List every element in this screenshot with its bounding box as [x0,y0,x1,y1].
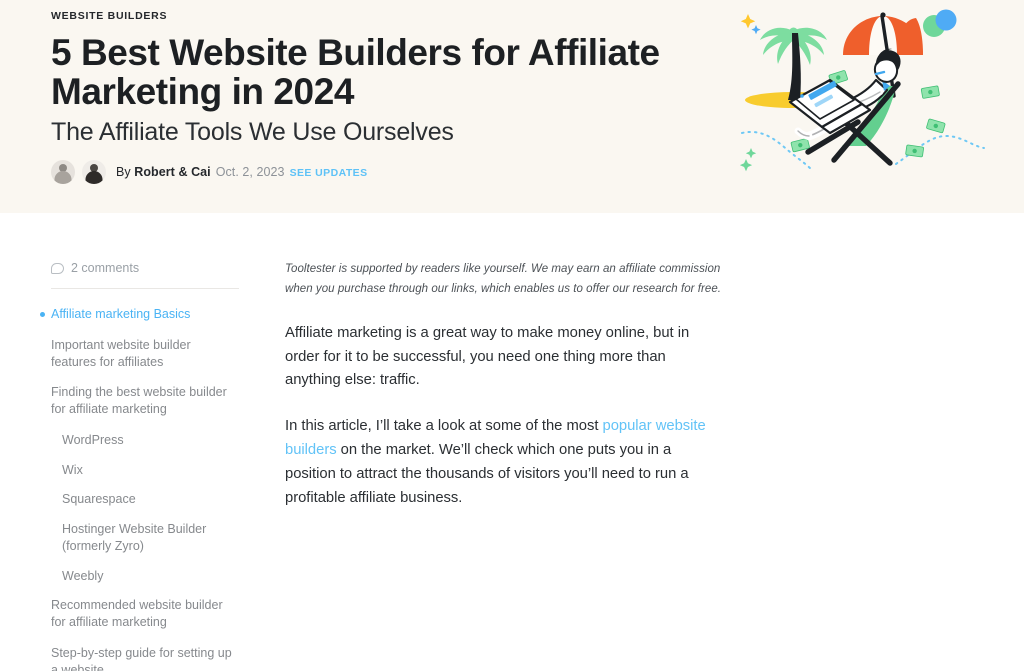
see-updates-link[interactable]: SEE UPDATES [290,167,368,179]
article-paragraph-2: In this article, I’ll take a look at som… [285,415,725,511]
decor-circle-blue [935,9,957,31]
article-hero: WEBSITE BUILDERS 5 Best Website Builders… [0,0,1024,213]
toc-item-squarespace[interactable]: Squarespace [51,491,239,508]
byline-by-label: By [116,165,135,180]
hero-illustration [730,0,1024,213]
active-dot-icon [40,312,45,317]
byline-authors[interactable]: Robert & Cai [134,165,210,179]
article-content: Tooltester is supported by readers like … [285,213,725,511]
toc-item-hostinger[interactable]: Hostinger Website Builder (formerly Zyro… [51,521,239,555]
sparkle-icon [740,14,761,35]
toc-item-step-by-step-guide[interactable]: Step-by-step guide for setting up a webs… [51,645,239,671]
paragraph-2-text-after: on the market. We’ll check which one put… [285,442,689,507]
avatar[interactable] [51,160,75,185]
toc-item-label: WordPress [62,432,124,447]
page-subtitle: The Affiliate Tools We Use Ourselves [51,118,454,147]
paragraph-2-text-before: In this article, I’ll take a look at som… [285,418,603,435]
toc-item-label: Hostinger Website Builder (formerly Zyro… [62,522,207,553]
toc-item-affiliate-marketing-basics[interactable]: Affiliate marketing Basics [40,306,239,323]
toc-item-label: Finding the best website builder for aff… [51,385,227,416]
sparkle-green-icon [739,148,757,172]
article-paragraph-1: Affiliate marketing is a great way to ma… [285,324,690,389]
comment-bubble-icon [51,262,64,274]
avatar[interactable] [82,160,106,185]
toc-item-label: Weebly [62,568,104,583]
byline-text: By Robert & Cai Oct. 2, 2023 SEE UPDATES [116,165,368,179]
toc-item-wix[interactable]: Wix [51,462,239,479]
toc-item-label: Recommended website builder for affiliat… [51,598,223,629]
affiliate-disclaimer: Tooltester is supported by readers like … [285,263,722,295]
toc-list: Affiliate marketing Basics Important web… [40,306,239,671]
toc-item-label: Important website builder features for a… [51,337,191,369]
author-avatars [51,160,106,185]
toc-item-label: Affiliate marketing Basics [51,307,191,321]
toc-item-important-features[interactable]: Important website builder features for a… [51,337,239,371]
sidebar-toc: 2 comments Affiliate marketing Basics Im… [40,261,239,671]
category-eyebrow[interactable]: WEBSITE BUILDERS [51,10,711,24]
hero-text-block: WEBSITE BUILDERS 5 Best Website Builders… [51,10,711,185]
page-body: 2 comments Affiliate marketing Basics Im… [0,213,1024,671]
toc-item-weebly[interactable]: Weebly [51,568,239,585]
toc-item-label: Squarespace [62,492,136,507]
toc-item-label: Step-by-step guide for setting up a webs… [51,645,232,671]
comments-count-label: 2 comments [71,261,140,275]
byline: By Robert & Cai Oct. 2, 2023 SEE UPDATES [51,160,711,185]
toc-item-label: Wix [62,462,83,477]
avatar-body-shape [85,171,103,185]
toc-item-wordpress[interactable]: WordPress [51,432,239,449]
comments-link[interactable]: 2 comments [51,261,239,289]
page-title: 5 Best Website Builders for Affiliate Ma… [51,31,660,112]
avatar-body-shape [54,171,72,185]
toc-item-recommended-builder[interactable]: Recommended website builder for affiliat… [51,597,239,631]
byline-date: Oct. 2, 2023 [215,165,285,180]
toc-item-finding-best-builder[interactable]: Finding the best website builder for aff… [51,384,239,418]
